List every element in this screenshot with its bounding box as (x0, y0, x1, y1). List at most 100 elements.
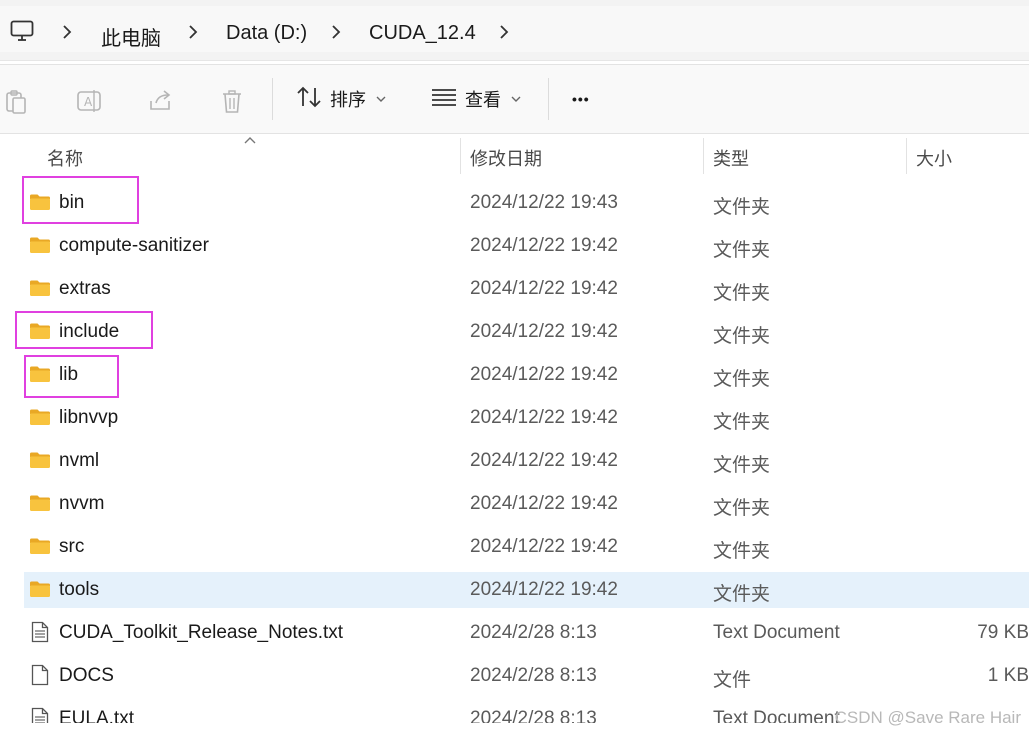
this-pc-icon[interactable] (10, 20, 34, 47)
file-modified-date: 2024/2/28 8:13 (470, 622, 597, 643)
file-name: tools (59, 579, 100, 600)
highlight-box-lib (24, 355, 119, 398)
folder-icon (29, 279, 51, 302)
file-modified-date: 2024/12/22 19:42 (470, 536, 618, 557)
file-name: DOCS (59, 665, 114, 686)
file-modified-date: 2024/2/28 8:13 (470, 665, 597, 686)
file-type: 文件夹 (713, 283, 771, 304)
file-size: 1 KB (987, 665, 1029, 686)
text-file-icon (31, 621, 49, 648)
rename-icon[interactable]: A (76, 89, 102, 118)
column-divider[interactable] (906, 138, 907, 174)
file-modified-date: 2024/12/22 19:42 (470, 235, 618, 256)
delete-icon[interactable] (220, 89, 244, 120)
file-type: 文件夹 (713, 455, 771, 476)
file-row[interactable]: lib 2024/12/22 19:42 文件夹 (24, 357, 1029, 393)
file-type: 文件夹 (713, 240, 771, 261)
file-name: CUDA_Toolkit_Release_Notes.txt (59, 622, 344, 643)
file-name: nvvm (59, 493, 105, 514)
file-row[interactable]: compute-sanitizer 2024/12/22 19:42 文件夹 (24, 228, 1029, 264)
sort-icon (296, 86, 322, 113)
file-row[interactable]: nvml 2024/12/22 19:42 文件夹 (24, 443, 1029, 479)
command-toolbar: A 排序 查看 ••• (0, 64, 1029, 134)
highlight-box-bin (22, 176, 139, 224)
watermark: CSDN @Save Rare Hair (834, 708, 1021, 727)
file-row[interactable]: bin 2024/12/22 19:43 文件夹 (24, 185, 1029, 221)
file-modified-date: 2024/12/22 19:42 (470, 321, 618, 342)
chevron-right-icon[interactable] (62, 25, 72, 44)
column-divider[interactable] (460, 138, 461, 174)
file-name: nvml (59, 450, 100, 471)
sort-label: 排序 (330, 90, 366, 110)
file-modified-date: 2024/12/22 19:42 (470, 450, 618, 471)
share-icon[interactable] (148, 89, 174, 118)
file-modified-date: 2024/12/22 19:42 (470, 407, 618, 428)
file-name: extras (59, 278, 111, 299)
file-modified-date: 2024/12/22 19:42 (470, 278, 618, 299)
folder-icon (29, 494, 51, 517)
file-name: compute-sanitizer (59, 235, 209, 256)
file-type: 文件夹 (713, 541, 771, 562)
file-name: libnvvp (59, 407, 119, 428)
breadcrumb-drive-d[interactable]: Data (D:) (226, 22, 307, 45)
svg-text:A: A (84, 95, 93, 109)
column-header-row: 名称 修改日期 类型 大小 (0, 134, 1029, 174)
file-icon (31, 664, 49, 691)
text-file-icon (31, 707, 49, 723)
file-row[interactable]: CUDA_Toolkit_Release_Notes.txt 2024/2/28 … (24, 615, 1029, 651)
chevron-right-icon[interactable] (331, 25, 341, 44)
file-type: 文件夹 (713, 197, 771, 218)
chevron-down-icon (376, 92, 386, 106)
file-type: 文件 (713, 670, 752, 691)
file-type: 文件夹 (713, 326, 771, 347)
file-type: 文件夹 (713, 412, 771, 433)
file-modified-date: 2024/12/22 19:42 (470, 364, 618, 385)
file-row[interactable]: tools 2024/12/22 19:42 文件夹 (24, 572, 1029, 608)
file-type: Text Document (713, 622, 840, 643)
column-header-name[interactable]: 名称 (47, 145, 83, 171)
folder-icon (29, 580, 51, 603)
file-name: EULA.txt (59, 708, 134, 723)
column-header-type[interactable]: 类型 (713, 145, 749, 171)
column-divider[interactable] (703, 138, 704, 174)
breadcrumb-cuda-folder[interactable]: CUDA_12.4 (369, 22, 476, 45)
file-row[interactable]: extras 2024/12/22 19:42 文件夹 (24, 271, 1029, 307)
view-button[interactable]: 查看 (431, 83, 521, 115)
toolbar-divider (272, 78, 273, 120)
column-header-modified[interactable]: 修改日期 (470, 145, 542, 171)
file-row[interactable]: DOCS 2024/2/28 8:13 文件 1 KB (24, 658, 1029, 694)
highlight-box-include (15, 311, 153, 349)
file-name: src (59, 536, 85, 557)
more-options-button[interactable]: ••• (572, 83, 590, 115)
file-row[interactable]: src 2024/12/22 19:42 文件夹 (24, 529, 1029, 565)
address-bar-inner: 此电脑 Data (D:) CUDA_12.4 (0, 6, 1029, 52)
address-bar[interactable]: 此电脑 Data (D:) CUDA_12.4 (0, 0, 1029, 61)
file-modified-date: 2024/12/22 19:42 (470, 493, 618, 514)
column-header-size[interactable]: 大小 (916, 145, 952, 171)
sort-button[interactable]: 排序 (296, 83, 386, 115)
file-modified-date: 2024/12/22 19:42 (470, 579, 618, 600)
chevron-right-icon[interactable] (188, 25, 198, 44)
file-row[interactable]: include 2024/12/22 19:42 文件夹 (24, 314, 1029, 350)
file-type: 文件夹 (713, 584, 771, 605)
folder-icon (29, 451, 51, 474)
toolbar-divider (548, 78, 549, 120)
folder-icon (29, 537, 51, 560)
file-row[interactable]: nvvm 2024/12/22 19:42 文件夹 (24, 486, 1029, 522)
chevron-right-icon[interactable] (499, 25, 509, 44)
file-modified-date: 2024/2/28 8:13 (470, 708, 597, 723)
more-icon: ••• (572, 91, 590, 107)
sort-ascending-icon (244, 132, 256, 147)
folder-icon (29, 236, 51, 259)
view-list-icon (431, 87, 457, 112)
file-type: 文件夹 (713, 369, 771, 390)
breadcrumb-this-pc[interactable]: 此电脑 (101, 22, 161, 51)
folder-icon (29, 408, 51, 431)
file-row[interactable]: libnvvp 2024/12/22 19:42 文件夹 (24, 400, 1029, 436)
chevron-down-icon (511, 92, 521, 106)
file-size: 79 KB (977, 622, 1029, 643)
view-label: 查看 (465, 90, 501, 110)
paste-icon[interactable] (4, 89, 28, 120)
file-modified-date: 2024/12/22 19:43 (470, 192, 618, 213)
file-type: Text Document (713, 708, 840, 723)
